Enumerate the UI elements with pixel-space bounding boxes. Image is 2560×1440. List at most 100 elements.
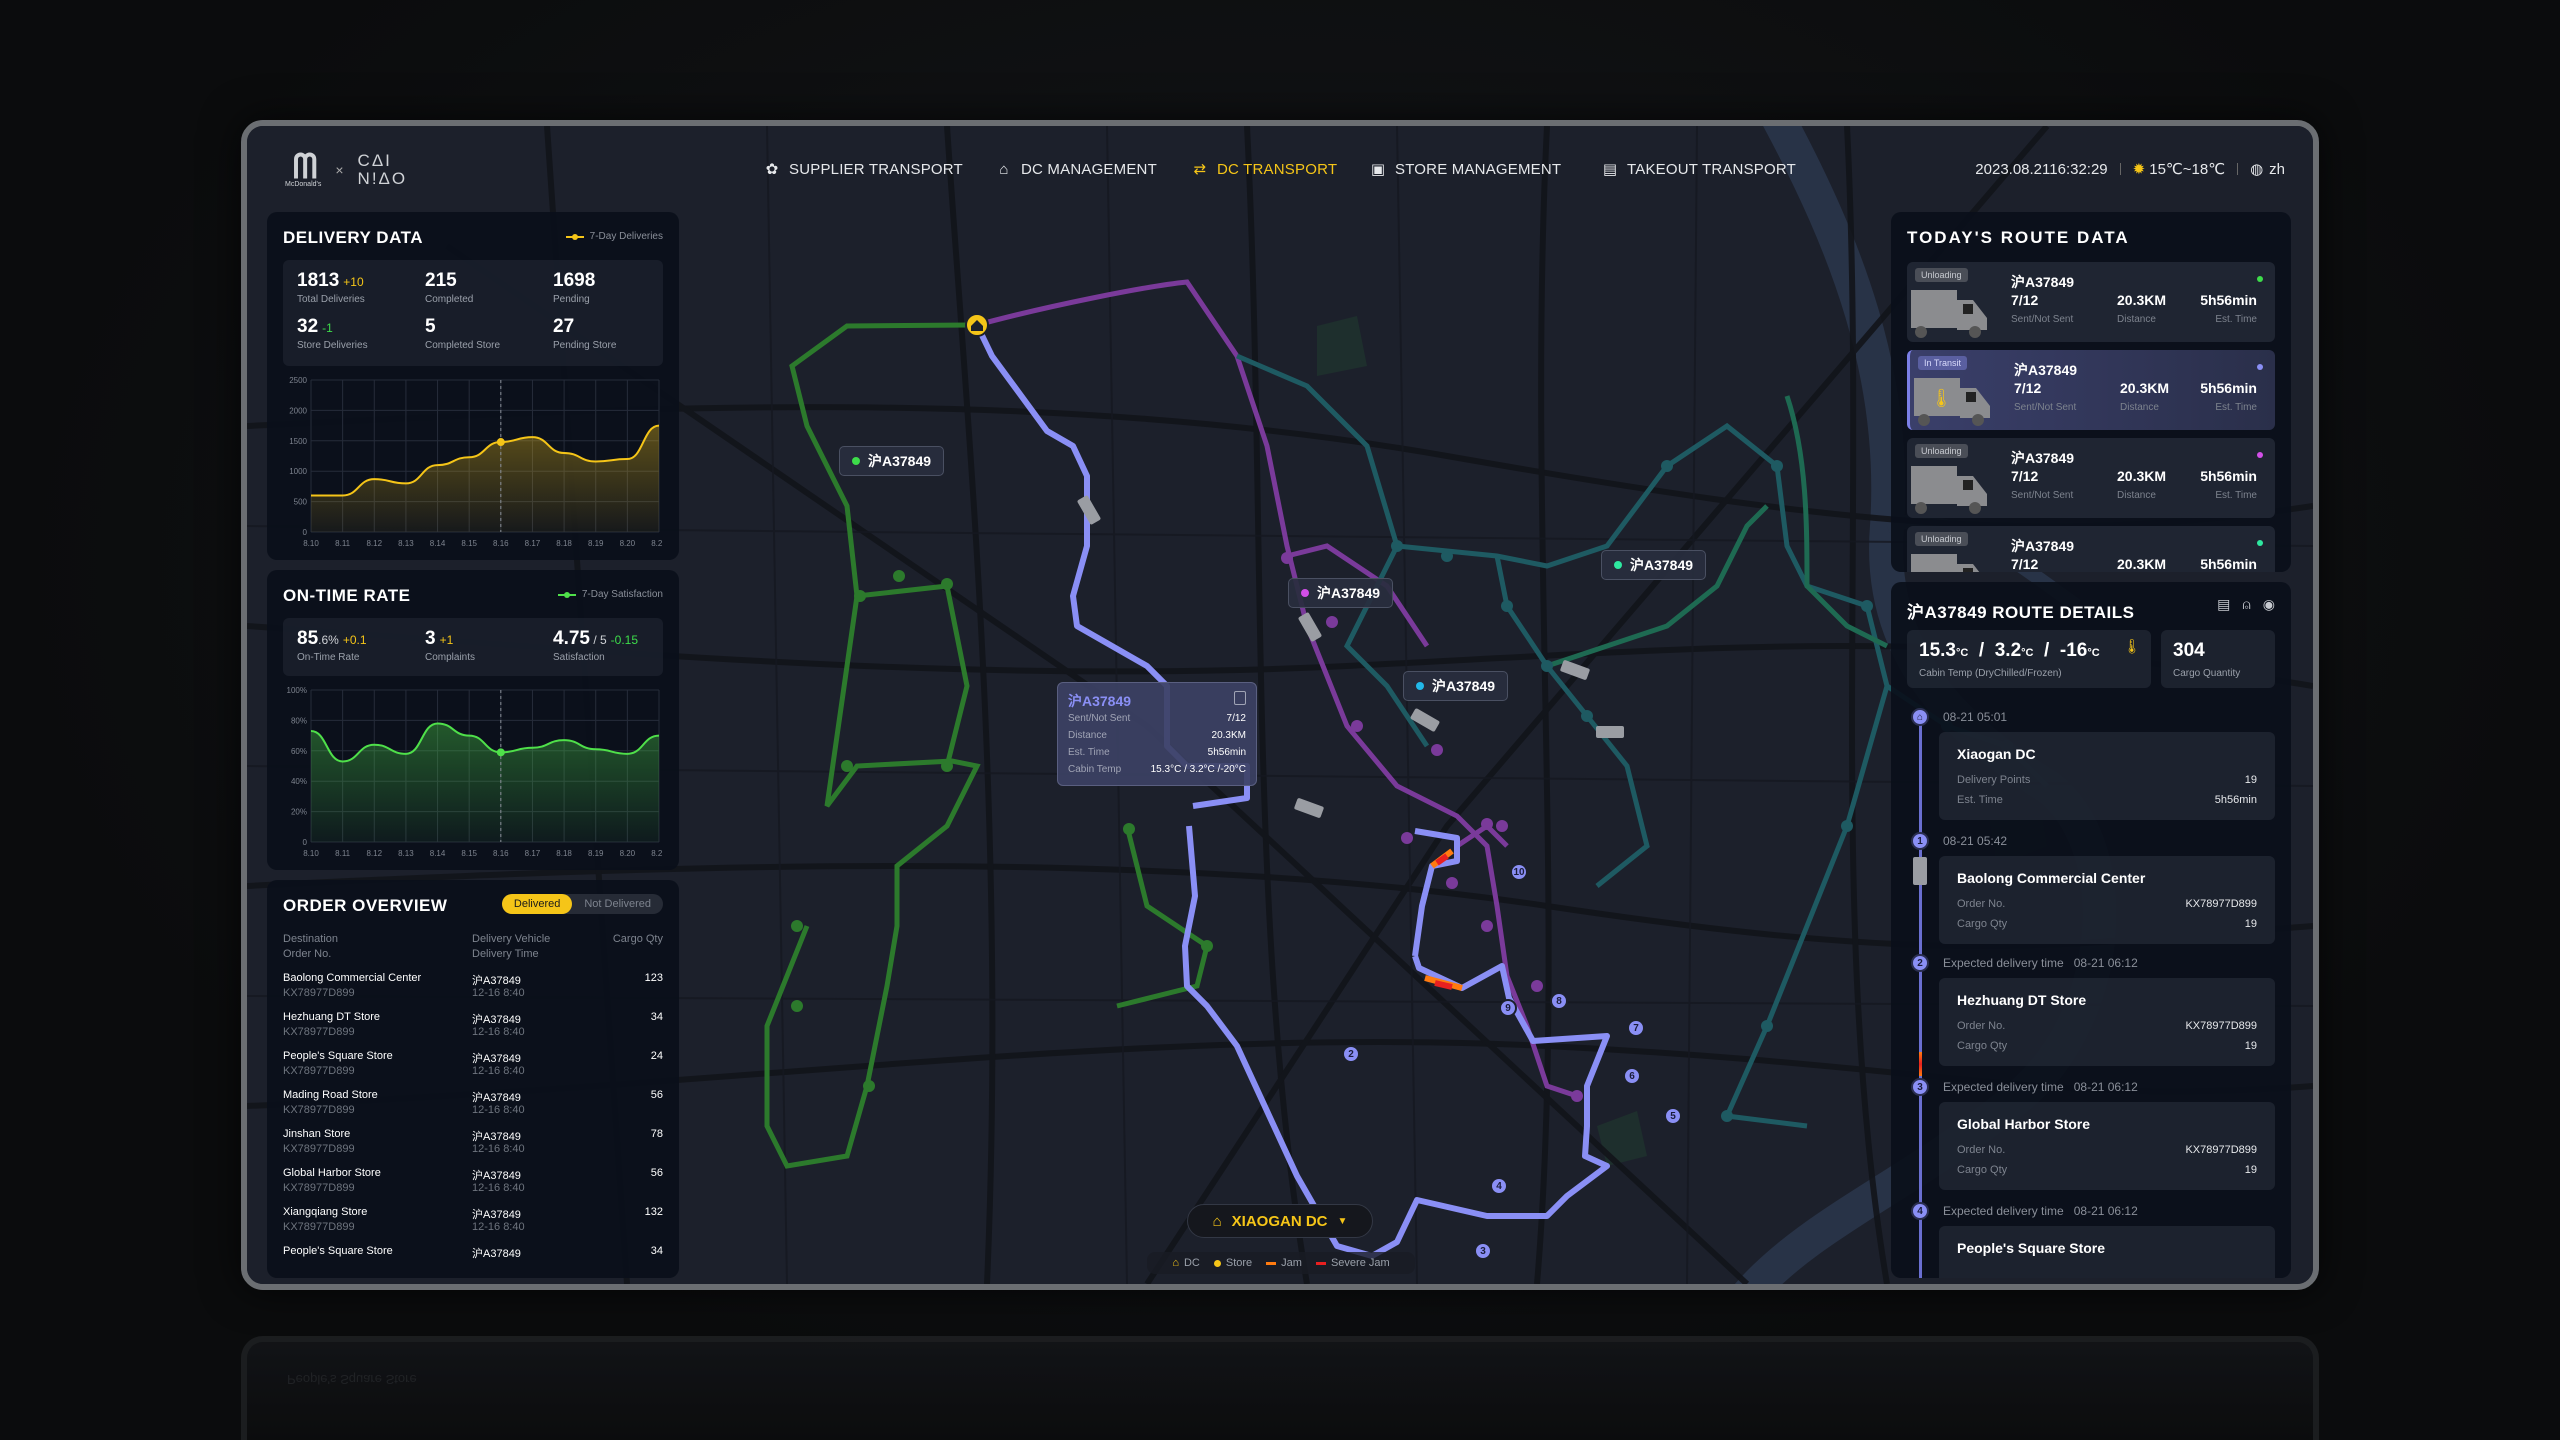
popup-value: 7/12	[1226, 713, 1246, 724]
popup-key: Cabin Temp	[1068, 764, 1122, 775]
route-distance-label: Distance	[2120, 402, 2159, 413]
toggle-delivered[interactable]: Delivered	[501, 894, 573, 914]
data-point[interactable]	[496, 748, 505, 757]
status-dot	[1301, 589, 1309, 597]
timeline-card[interactable]: Hezhuang DT Store Order No. KX78977D899 Car…	[1939, 978, 2275, 1066]
data-point[interactable]	[496, 438, 505, 447]
deliveries-chart[interactable]: 0 500 1000 1500 2000 2500 8.10 8.11 8.12 8.13 8.14…	[283, 372, 667, 552]
route-card[interactable]: Unloading沪A378497/12Sent/Not Sent20.3KMD…	[1907, 438, 2275, 518]
order-vehicle: 沪A37849	[472, 1131, 521, 1143]
order-row[interactable]: Mading Road Store KX78977D899 沪A37849 12-16…	[283, 1089, 663, 1128]
header-order-no: Order No.	[283, 948, 332, 960]
delivery-stats: 1813 +10 Total Deliveries 215 Completed 1698 P…	[283, 260, 663, 366]
cabin-temps: 15.3°C / 3.2°C / -16°C	[1919, 640, 2100, 661]
stat-label: Completed	[425, 294, 474, 305]
route-stop-marker[interactable]: 4	[1490, 1177, 1508, 1195]
nav-dc-transport[interactable]: ⇄ DC TRANSPORT	[1191, 160, 1337, 179]
truck-icon	[1909, 460, 1991, 516]
satisfaction-chart[interactable]: 0 20% 40% 60% 80% 100% 8.10 8.11 8.12 8.13 8.14 8.1…	[283, 682, 668, 862]
order-row[interactable]: People's Square Store KX78977D899 沪A37849 1…	[283, 1050, 663, 1089]
route-time: 5h56min	[2200, 292, 2257, 308]
nav-store-management[interactable]: ▣ STORE MANAGEMENT	[1369, 160, 1561, 179]
nav-supplier-transport[interactable]: ✿ SUPPLIER TRANSPORT	[763, 160, 963, 179]
route-stop-marker[interactable]: 9	[1499, 999, 1517, 1017]
vehicle-label[interactable]: 沪A37849	[1601, 550, 1707, 580]
timeline-card[interactable]: People's Square Store	[1939, 1226, 2275, 1278]
x-tick-label: 8.14	[430, 539, 446, 548]
stat-suffix: / 5	[589, 633, 607, 647]
language-switch[interactable]: ◍ zh	[2250, 160, 2285, 179]
order-row[interactable]: Jinshan Store KX78977D899 沪A37849 12-16 8:4…	[283, 1128, 663, 1167]
route-time: 5h56min	[2200, 468, 2257, 484]
legend-line-icon	[565, 233, 584, 240]
vehicle-label[interactable]: 沪A37849	[1288, 578, 1394, 608]
document-icon[interactable]: ▤	[2217, 596, 2230, 613]
user-icon[interactable]: ⍝	[2242, 596, 2250, 613]
frozen-temp: -16	[2059, 640, 2088, 661]
vehicle-label[interactable]: 沪A37849	[839, 446, 945, 476]
popup-value: 20.3KM	[1211, 730, 1246, 741]
header-vehicle: Delivery Vehicle	[472, 933, 551, 945]
panel-title: 沪A37849 ROUTE DETAILS	[1907, 603, 2135, 622]
route-card[interactable]: 🌡 In Transit 沪A37849 7/12 Sent/Not Sent 20.3K…	[1907, 350, 2275, 430]
x-tick-label: 8.13	[398, 849, 414, 858]
x-tick-label: 8.10	[303, 539, 319, 548]
route-stop-marker[interactable]: 10	[1510, 863, 1528, 881]
stat-number: 215	[425, 270, 457, 291]
dc-map-marker[interactable]	[965, 313, 989, 337]
document-icon[interactable]	[1234, 691, 1246, 705]
order-destination: Jinshan Store	[283, 1128, 351, 1140]
timeline-jam-segment	[1919, 1052, 1922, 1076]
route-stop-marker[interactable]: 7	[1627, 1019, 1645, 1037]
route-card[interactable]: Unloading沪A378497/12Sent/Not Sent20.3KMD…	[1907, 262, 2275, 342]
order-qty: 56	[650, 1089, 663, 1101]
dry-temp: 15.3	[1919, 640, 1956, 661]
timeline-card[interactable]: Global Harbor Store Order No. KX78977D899 C…	[1939, 1102, 2275, 1190]
order-row[interactable]: People's Square Store 沪A37849 34	[283, 1245, 663, 1284]
order-destination: Hezhuang DT Store	[283, 1011, 381, 1023]
route-stop-marker[interactable]: 8	[1550, 992, 1568, 1010]
order-time: 12-16 8:40	[472, 1104, 525, 1116]
stop-marker: 2	[1911, 954, 1929, 972]
order-qty: 24	[650, 1050, 663, 1062]
route-stop-marker[interactable]: 6	[1623, 1067, 1641, 1085]
route-time-label: Est. Time	[2215, 490, 2257, 501]
order-row[interactable]: Hezhuang DT Store KX78977D899 沪A37849 12-16…	[283, 1011, 663, 1050]
timeline-card[interactable]: Baolong Commercial Center Order No. KX7897…	[1939, 856, 2275, 944]
eye-icon[interactable]: ◉	[2263, 596, 2275, 613]
order-destination: People's Square Store	[283, 1050, 393, 1062]
nav-dc-management[interactable]: ⌂ DC MANAGEMENT	[995, 160, 1157, 178]
stat-item: 1698 Pending	[553, 270, 599, 305]
stop-value: KX78977D899	[2185, 1020, 2257, 1032]
y-tick-label: 2500	[289, 376, 307, 385]
takeout-icon: ▤	[1602, 161, 1618, 178]
sun-icon: ✹	[2132, 161, 2146, 178]
timeline-time: Expected delivery time 08-21 06:12	[1943, 956, 2138, 970]
x-tick-label: 8.12	[366, 539, 382, 548]
vehicle-label[interactable]: 沪A37849	[1403, 671, 1509, 701]
route-stop-marker[interactable]: 3	[1474, 1242, 1492, 1260]
order-number: KX78977D899	[283, 1182, 355, 1194]
stop-name: People's Square Store	[1957, 1240, 2106, 1256]
delivery-status-toggle[interactable]: Delivered Not Delivered	[501, 894, 663, 914]
route-card[interactable]: Unloading沪A378497/12Sent/Not Sent20.3KMD…	[1907, 526, 2275, 572]
stat-label: Pending	[553, 294, 590, 305]
x-tick-label: 8.14	[430, 849, 446, 858]
toggle-not-delivered[interactable]: Not Delivered	[572, 894, 663, 914]
x-tick-label: 8.18	[556, 539, 572, 548]
stat-item: 1813 +10 Total Deliveries	[297, 270, 365, 305]
dc-selector-label: XIAOGAN DC	[1231, 1212, 1328, 1230]
timeline-card[interactable]: Xiaogan DC Delivery Points 19 Est. Time 5h56…	[1939, 732, 2275, 820]
panel-title: ORDER OVERVIEW	[283, 896, 448, 915]
stop-value: 5h56min	[2214, 794, 2257, 806]
nav-takeout-transport[interactable]: ▤ TAKEOUT TRANSPORT	[1601, 160, 1796, 179]
order-number: KX78977D899	[283, 1026, 355, 1038]
dc-selector[interactable]: ⌂ XIAOGAN DC ▼	[1187, 1204, 1373, 1238]
stat-number: 1698	[553, 270, 596, 291]
order-row[interactable]: Global Harbor Store KX78977D899 沪A37849 12-…	[283, 1167, 663, 1206]
x-tick-label: 8.21	[651, 539, 663, 548]
route-stop-marker[interactable]: 5	[1664, 1107, 1682, 1125]
route-stop-marker[interactable]: 2	[1342, 1045, 1360, 1063]
order-row[interactable]: Xiangqiang Store KX78977D899 沪A37849 12-16 …	[283, 1206, 663, 1245]
order-row[interactable]: Baolong Commercial Center KX78977D899 沪A37…	[283, 972, 663, 1011]
